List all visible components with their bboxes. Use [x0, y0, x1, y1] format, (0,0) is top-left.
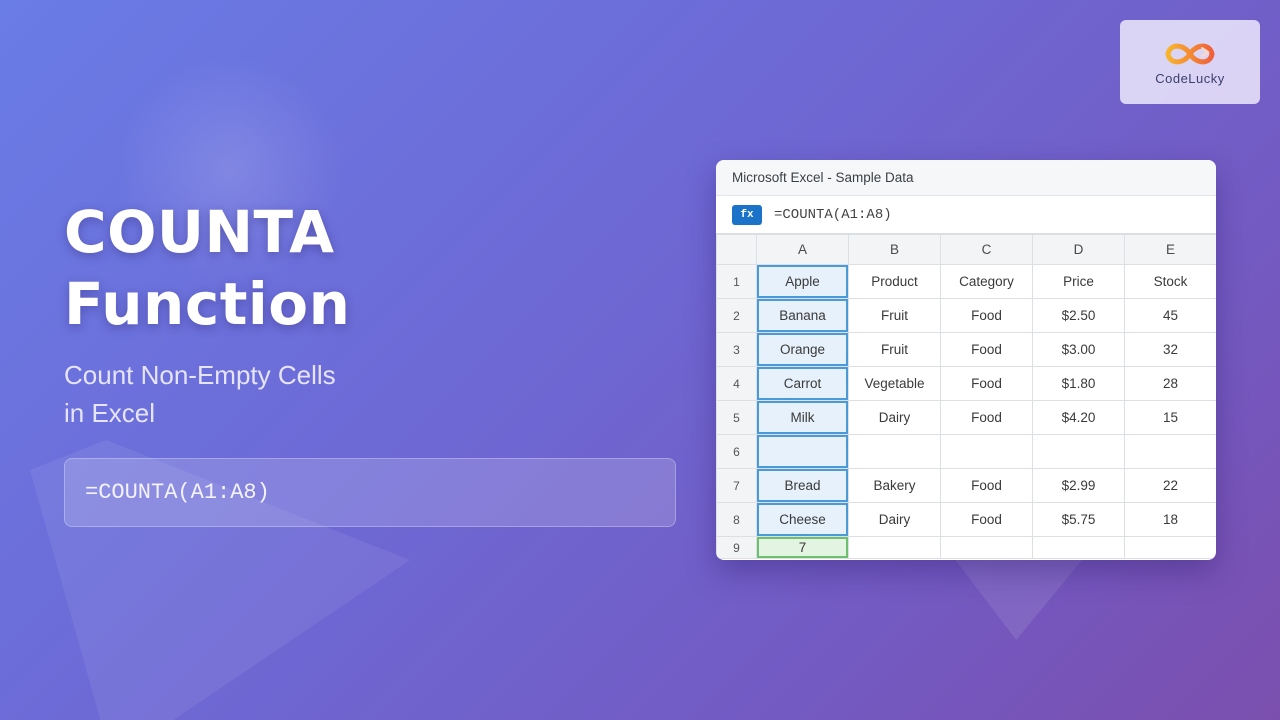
- formula-bar-input[interactable]: =COUNTA(A1:A8): [774, 207, 892, 223]
- cell[interactable]: Food: [940, 366, 1033, 401]
- row-header[interactable]: 2: [716, 298, 757, 333]
- result-cell[interactable]: 7: [756, 536, 849, 559]
- column-header-e[interactable]: E: [1124, 234, 1216, 265]
- title-line-1: COUNTA: [64, 198, 335, 266]
- cell[interactable]: Bread: [756, 468, 849, 503]
- formula-bar[interactable]: fx =COUNTA(A1:A8): [716, 196, 1216, 234]
- cell[interactable]: $3.00: [1032, 332, 1125, 367]
- cell[interactable]: [940, 434, 1033, 469]
- title-line-2: Function: [64, 270, 351, 338]
- row-header[interactable]: 7: [716, 468, 757, 503]
- row-header[interactable]: 5: [716, 400, 757, 435]
- table-row: 7 Bread Bakery Food $2.99 22: [716, 468, 1216, 503]
- column-header-b[interactable]: B: [848, 234, 941, 265]
- table-row: 3 Orange Fruit Food $3.00 32: [716, 332, 1216, 367]
- table-row: 8 Cheese Dairy Food $5.75 18: [716, 502, 1216, 537]
- cell[interactable]: 22: [1124, 468, 1216, 503]
- cell[interactable]: Dairy: [848, 400, 941, 435]
- spreadsheet-grid: A B C D E 1 Apple Product Category Price…: [716, 234, 1216, 559]
- cell[interactable]: [1124, 536, 1216, 559]
- row-header[interactable]: 1: [716, 264, 757, 299]
- cell[interactable]: $5.75: [1032, 502, 1125, 537]
- cell[interactable]: Cheese: [756, 502, 849, 537]
- cell[interactable]: Vegetable: [848, 366, 941, 401]
- cell[interactable]: 28: [1124, 366, 1216, 401]
- corner-cell[interactable]: [716, 234, 757, 265]
- cell[interactable]: Food: [940, 468, 1033, 503]
- table-row: 2 Banana Fruit Food $2.50 45: [716, 298, 1216, 333]
- cell[interactable]: $1.80: [1032, 366, 1125, 401]
- column-header-d[interactable]: D: [1032, 234, 1125, 265]
- cell[interactable]: Food: [940, 332, 1033, 367]
- cell[interactable]: Fruit: [848, 332, 941, 367]
- excel-window-title: Microsoft Excel - Sample Data: [716, 160, 1216, 196]
- cell[interactable]: [1124, 434, 1216, 469]
- page-title: COUNTA Function: [64, 196, 350, 340]
- cell[interactable]: [848, 536, 941, 559]
- cell[interactable]: [848, 434, 941, 469]
- subtitle-line-2: in Excel: [64, 398, 156, 428]
- cell[interactable]: 45: [1124, 298, 1216, 333]
- cell[interactable]: Food: [940, 400, 1033, 435]
- table-row: 9 7: [716, 536, 1216, 559]
- column-header-c[interactable]: C: [940, 234, 1033, 265]
- row-header[interactable]: 8: [716, 502, 757, 537]
- infinity-logo-icon: [1165, 43, 1215, 64]
- excel-window: Microsoft Excel - Sample Data fx =COUNTA…: [716, 160, 1216, 560]
- row-header[interactable]: 4: [716, 366, 757, 401]
- cell[interactable]: Stock: [1124, 264, 1216, 299]
- logo-card[interactable]: CodeLucky: [1120, 20, 1260, 104]
- cell[interactable]: Banana: [756, 298, 849, 333]
- cell[interactable]: Carrot: [756, 366, 849, 401]
- cell[interactable]: Dairy: [848, 502, 941, 537]
- cell[interactable]: Food: [940, 298, 1033, 333]
- table-row: 6: [716, 434, 1216, 469]
- table-row: 4 Carrot Vegetable Food $1.80 28: [716, 366, 1216, 401]
- cell[interactable]: Bakery: [848, 468, 941, 503]
- cell[interactable]: $2.50: [1032, 298, 1125, 333]
- table-row: 5 Milk Dairy Food $4.20 15: [716, 400, 1216, 435]
- cell[interactable]: Orange: [756, 332, 849, 367]
- cell[interactable]: Food: [940, 502, 1033, 537]
- cell[interactable]: Product: [848, 264, 941, 299]
- column-header-row: A B C D E: [716, 234, 1216, 265]
- cell[interactable]: Apple: [756, 264, 849, 299]
- formula-display: =COUNTA(A1:A8): [64, 458, 676, 527]
- cell[interactable]: [1032, 434, 1125, 469]
- subtitle-line-1: Count Non-Empty Cells: [64, 360, 336, 390]
- cell[interactable]: 32: [1124, 332, 1216, 367]
- cell[interactable]: Category: [940, 264, 1033, 299]
- cell[interactable]: [756, 434, 849, 469]
- table-row: 1 Apple Product Category Price Stock: [716, 264, 1216, 299]
- logo-text: CodeLucky: [1155, 70, 1225, 86]
- cell[interactable]: 15: [1124, 400, 1216, 435]
- cell[interactable]: Milk: [756, 400, 849, 435]
- row-header[interactable]: 6: [716, 434, 757, 469]
- page-subtitle: Count Non-Empty Cells in Excel: [64, 356, 464, 432]
- cell[interactable]: [1032, 536, 1125, 559]
- row-header[interactable]: 3: [716, 332, 757, 367]
- cell[interactable]: Price: [1032, 264, 1125, 299]
- cell[interactable]: $4.20: [1032, 400, 1125, 435]
- column-header-a[interactable]: A: [756, 234, 849, 265]
- row-header[interactable]: 9: [716, 536, 757, 559]
- cell[interactable]: 18: [1124, 502, 1216, 537]
- cell[interactable]: $2.99: [1032, 468, 1125, 503]
- fx-icon[interactable]: fx: [732, 204, 762, 225]
- cell[interactable]: Fruit: [848, 298, 941, 333]
- cell[interactable]: [940, 536, 1033, 559]
